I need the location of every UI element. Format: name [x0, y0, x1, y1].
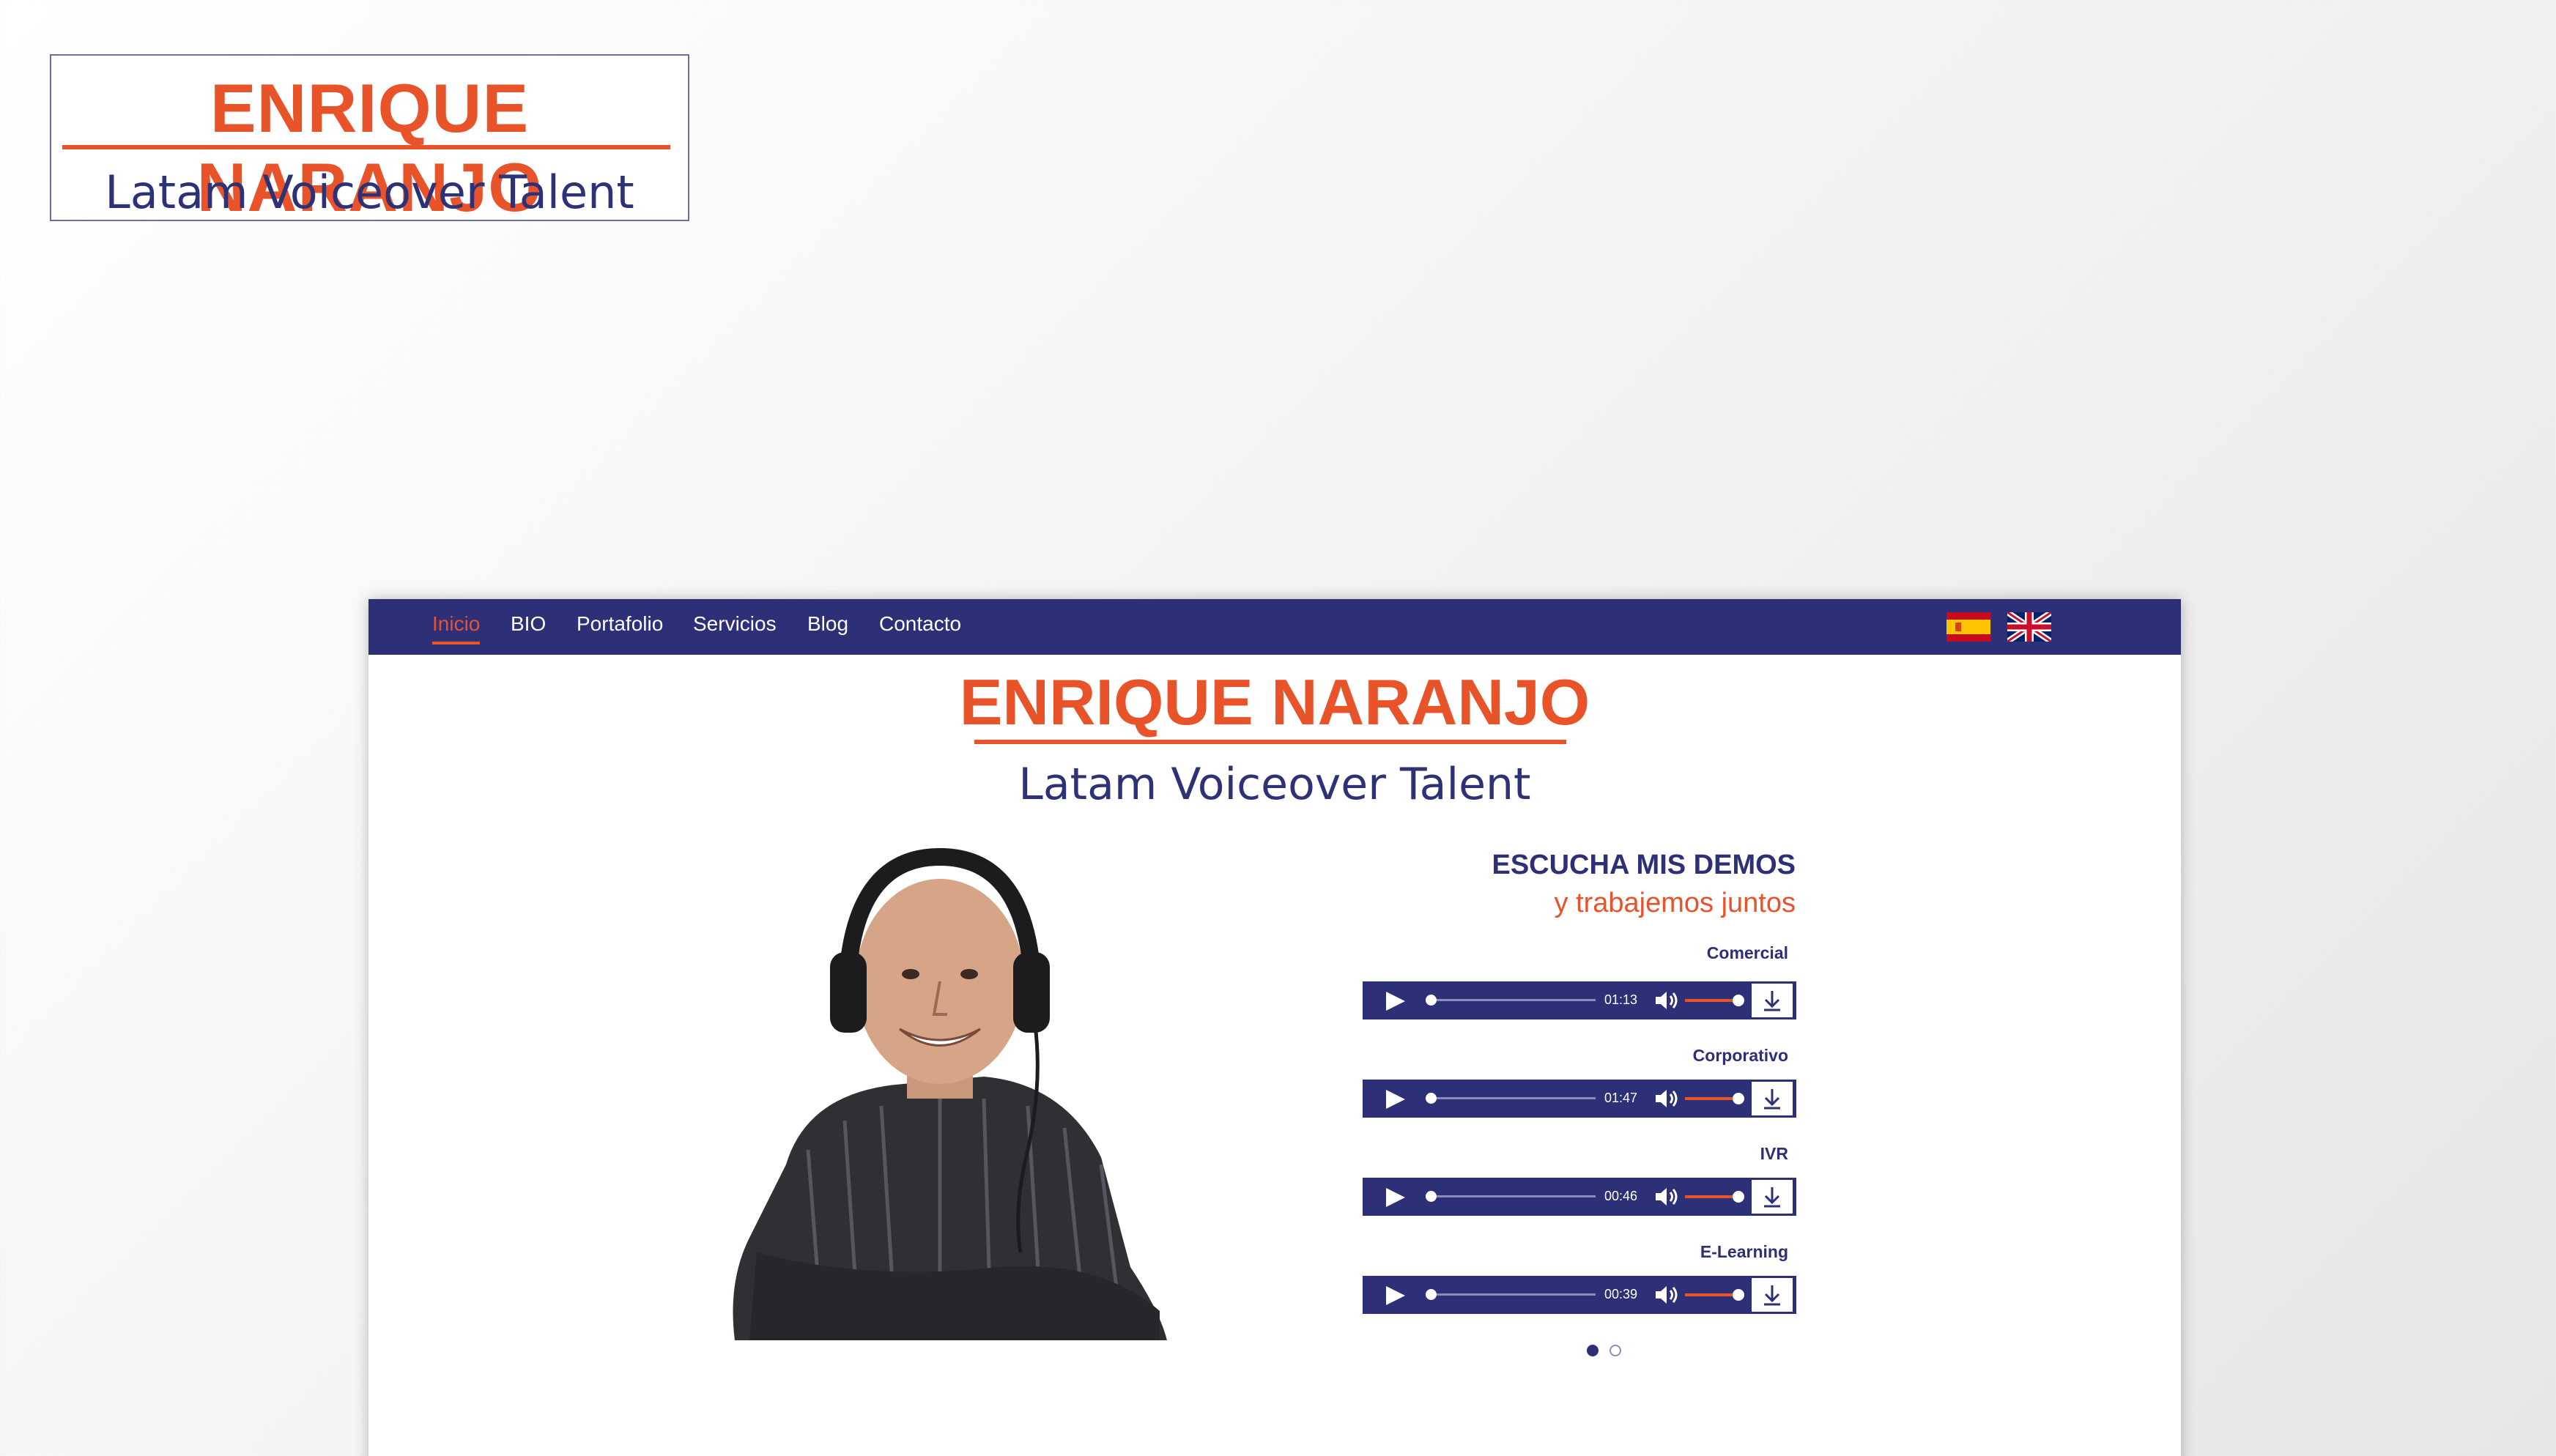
- play-icon[interactable]: [1386, 1286, 1405, 1305]
- volume-bar[interactable]: [1685, 1195, 1738, 1198]
- progress-knob[interactable]: [1426, 1093, 1437, 1104]
- volume-bar[interactable]: [1685, 999, 1738, 1002]
- logo-underline: [62, 145, 670, 149]
- logo-tagline: Latam Voiceover Talent: [105, 166, 634, 219]
- volume-knob[interactable]: [1733, 1289, 1744, 1301]
- progress-knob[interactable]: [1426, 1191, 1437, 1202]
- demos-subtitle: y trabajemos juntos: [1554, 888, 1796, 918]
- volume-icon[interactable]: [1654, 1285, 1681, 1305]
- play-icon[interactable]: [1386, 1188, 1405, 1207]
- track-label-comercial: Comercial: [1706, 943, 1788, 962]
- navbar: Inicio BIO Portafolio Servicios Blog Con…: [368, 599, 2181, 655]
- website-preview: Inicio BIO Portafolio Servicios Blog Con…: [368, 599, 2181, 1456]
- download-icon[interactable]: [1752, 984, 1793, 1017]
- download-icon[interactable]: [1752, 1082, 1793, 1115]
- audio-player-ivr: 00:46: [1363, 1178, 1796, 1216]
- progress-bar[interactable]: [1429, 1097, 1596, 1099]
- volume-knob[interactable]: [1733, 1093, 1744, 1104]
- play-icon[interactable]: [1386, 1090, 1405, 1109]
- download-icon[interactable]: [1752, 1180, 1793, 1214]
- uk-flag-icon[interactable]: [2007, 612, 2051, 642]
- track-duration: 00:39: [1604, 1287, 1638, 1301]
- play-icon[interactable]: [1386, 992, 1405, 1011]
- nav-item-bio[interactable]: BIO: [511, 612, 546, 636]
- progress-bar[interactable]: [1429, 1195, 1596, 1197]
- track-label-ivr: IVR: [1760, 1144, 1788, 1163]
- track-duration: 00:46: [1604, 1189, 1638, 1203]
- volume-icon[interactable]: [1654, 1088, 1681, 1109]
- volume-knob[interactable]: [1733, 995, 1744, 1006]
- volume-knob[interactable]: [1733, 1191, 1744, 1203]
- volume-icon[interactable]: [1654, 990, 1681, 1011]
- audio-player-corporativo: 01:47: [1363, 1080, 1796, 1118]
- carousel-dot-1[interactable]: [1587, 1345, 1599, 1356]
- track-duration: 01:47: [1604, 1091, 1638, 1105]
- volume-bar[interactable]: [1685, 1097, 1738, 1100]
- track-duration: 01:13: [1604, 992, 1638, 1007]
- nav-item-blog[interactable]: Blog: [807, 612, 848, 636]
- audio-player-e-learning: 00:39: [1363, 1276, 1796, 1314]
- volume-icon[interactable]: [1654, 1186, 1681, 1207]
- spanish-flag-icon[interactable]: [1946, 612, 1990, 642]
- demos-title: ESCUCHA MIS DEMOS: [1492, 850, 1796, 880]
- download-icon[interactable]: [1752, 1278, 1793, 1312]
- logo-card: ENRIQUE NARANJO Latam Voiceover Talent: [50, 54, 689, 226]
- nav-item-contacto[interactable]: Contacto: [879, 612, 961, 636]
- progress-knob[interactable]: [1426, 995, 1437, 1006]
- audio-player-comercial: 01:13: [1363, 981, 1796, 1019]
- volume-bar[interactable]: [1685, 1293, 1738, 1296]
- track-label-e-learning: E-Learning: [1700, 1242, 1788, 1261]
- hero-tagline: Latam Voiceover Talent: [1018, 759, 1531, 810]
- track-label-corporativo: Corporativo: [1692, 1046, 1788, 1065]
- progress-bar[interactable]: [1429, 999, 1596, 1001]
- portrait-image: [733, 847, 1167, 1340]
- carousel-dot-2[interactable]: [1609, 1345, 1621, 1356]
- hero-underline: [974, 740, 1566, 744]
- progress-bar[interactable]: [1429, 1293, 1596, 1296]
- progress-knob[interactable]: [1426, 1289, 1437, 1300]
- nav-item-portafolio[interactable]: Portafolio: [577, 612, 663, 636]
- hero-name: ENRIQUE NARANJO: [959, 666, 1590, 738]
- nav-item-servicios[interactable]: Servicios: [693, 612, 777, 636]
- nav-item-inicio[interactable]: Inicio: [432, 612, 481, 645]
